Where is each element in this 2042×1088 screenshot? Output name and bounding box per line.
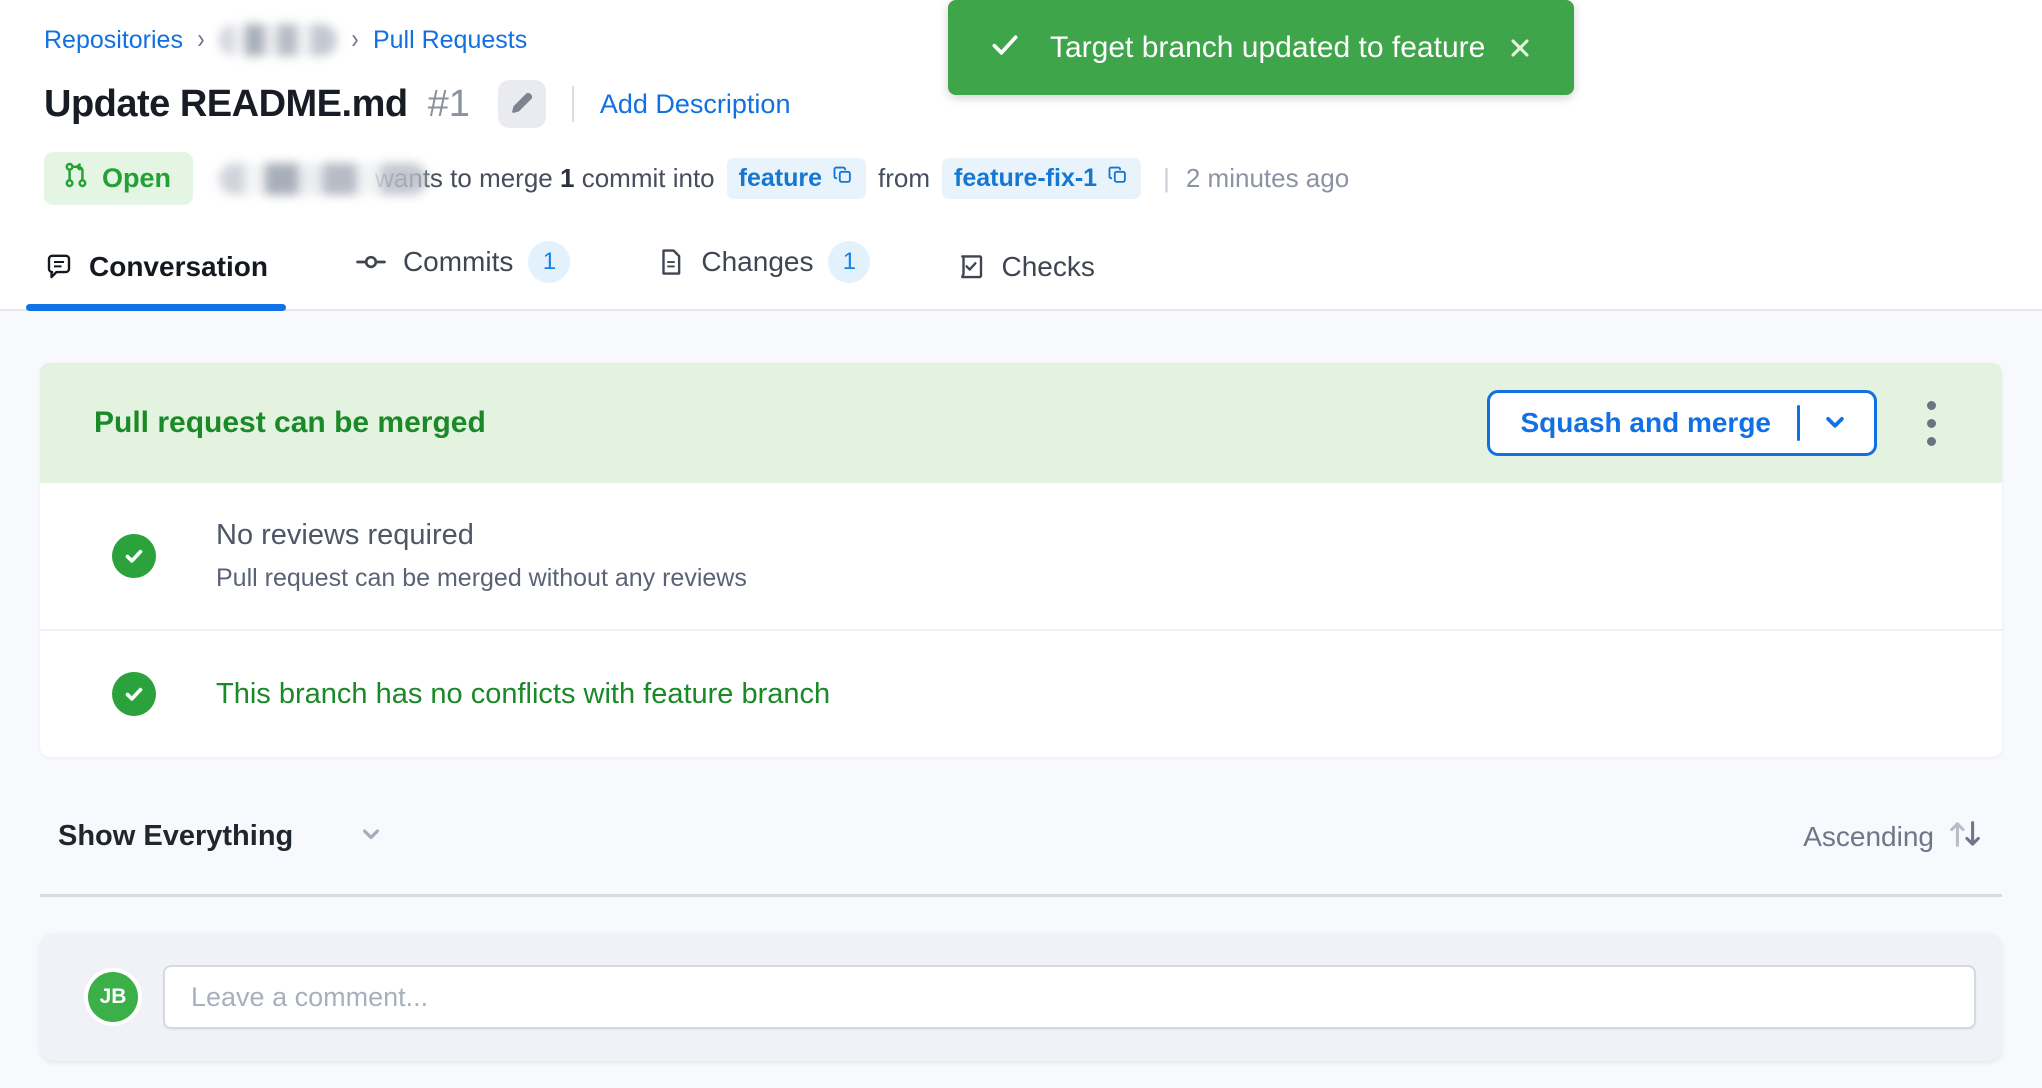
merge-status-panel: Pull request can be merged Squash and me… [40,363,2002,757]
pr-meta-row: Open wants to merge 1 commit into featur… [0,152,2042,205]
pull-request-page: Repositories › › Pull Requests Update RE… [0,0,2042,1088]
tab-label: Checks [1001,251,1094,283]
conflict-status-row: This branch has no conflicts with featur… [40,629,2002,757]
toast-message: Target branch updated to feature [1050,31,1502,65]
tab-label: Conversation [89,251,268,283]
merge-headline: Pull request can be merged [94,406,1487,440]
chevron-down-icon[interactable] [1820,407,1850,440]
title-divider [572,86,574,122]
comment-composer: JB [40,933,2002,1061]
pull-request-icon [62,161,90,196]
sort-arrows-icon [1946,817,1984,856]
check-circle-icon [112,534,156,578]
breadcrumb-separator: › [351,24,358,56]
copy-branch-icon[interactable] [832,164,854,193]
filter-label: Show Everything [58,820,293,853]
show-everything-dropdown[interactable]: Show Everything [58,820,385,853]
user-avatar: JB [88,972,138,1022]
copy-branch-icon[interactable] [1107,164,1129,193]
tab-checks[interactable]: Checks [956,251,1094,309]
conversation-content: Pull request can be merged Squash and me… [0,311,2042,1088]
merge-options-kebab-menu[interactable] [1921,395,1942,452]
chevron-down-icon [357,820,385,853]
target-branch-name: feature [739,164,822,193]
commit-count: 1 [560,163,574,193]
source-branch-name: feature-fix-1 [954,164,1097,193]
from-word: from [878,163,930,194]
toast-notification: Target branch updated to feature [948,0,1574,95]
pr-title: Update README.md [44,83,408,126]
pr-number: #1 [428,83,470,126]
pencil-icon [509,90,535,119]
changes-count-badge: 1 [828,241,870,283]
add-description-link[interactable]: Add Description [600,89,791,120]
status-badge-label: Open [102,163,171,194]
review-status-subtitle: Pull request can be merged without any r… [216,564,747,593]
tab-conversation[interactable]: Conversation [44,251,268,309]
edit-title-button[interactable] [498,80,546,128]
commits-count-badge: 1 [528,241,570,283]
breadcrumb-repositories-link[interactable]: Repositories [44,26,183,55]
breadcrumb-separator: › [197,24,204,56]
timeline-controls: Show Everything Ascending [40,817,2002,856]
check-circle-icon [112,672,156,716]
file-icon [656,247,686,277]
sort-label: Ascending [1803,821,1934,853]
redacted-author-name [219,163,427,195]
timeline-divider [40,894,2002,897]
breadcrumb-pull-requests-link[interactable]: Pull Requests [373,26,527,55]
review-status-title: No reviews required [216,519,747,552]
squash-and-merge-button[interactable]: Squash and merge [1487,390,1877,456]
tab-label: Changes [701,246,813,278]
review-status-row: No reviews required Pull request can be … [40,483,2002,629]
meta-divider: | [1163,163,1170,194]
target-branch-chip[interactable]: feature [727,158,866,199]
pr-tabs: Conversation Commits 1 [0,241,2042,309]
timestamp: 2 minutes ago [1186,163,1349,194]
tab-commits[interactable]: Commits 1 [354,241,570,309]
tab-changes[interactable]: Changes 1 [656,241,870,309]
breadcrumb-redacted-repo-name[interactable] [219,24,337,56]
conflict-status-title: This branch has no conflicts with featur… [216,678,830,711]
source-branch-chip[interactable]: feature-fix-1 [942,158,1141,199]
comment-input[interactable] [163,965,1976,1029]
button-divider [1797,405,1800,441]
check-icon [988,28,1022,67]
status-badge: Open [44,152,193,205]
merge-panel-header: Pull request can be merged Squash and me… [40,363,2002,483]
conversation-icon [44,252,74,282]
squash-and-merge-label: Squash and merge [1520,407,1771,439]
tab-label: Commits [403,246,513,278]
commit-icon [354,245,388,279]
close-icon[interactable] [1502,30,1538,66]
sort-ascending-toggle[interactable]: Ascending [1803,817,1984,856]
checklist-icon [956,252,986,282]
